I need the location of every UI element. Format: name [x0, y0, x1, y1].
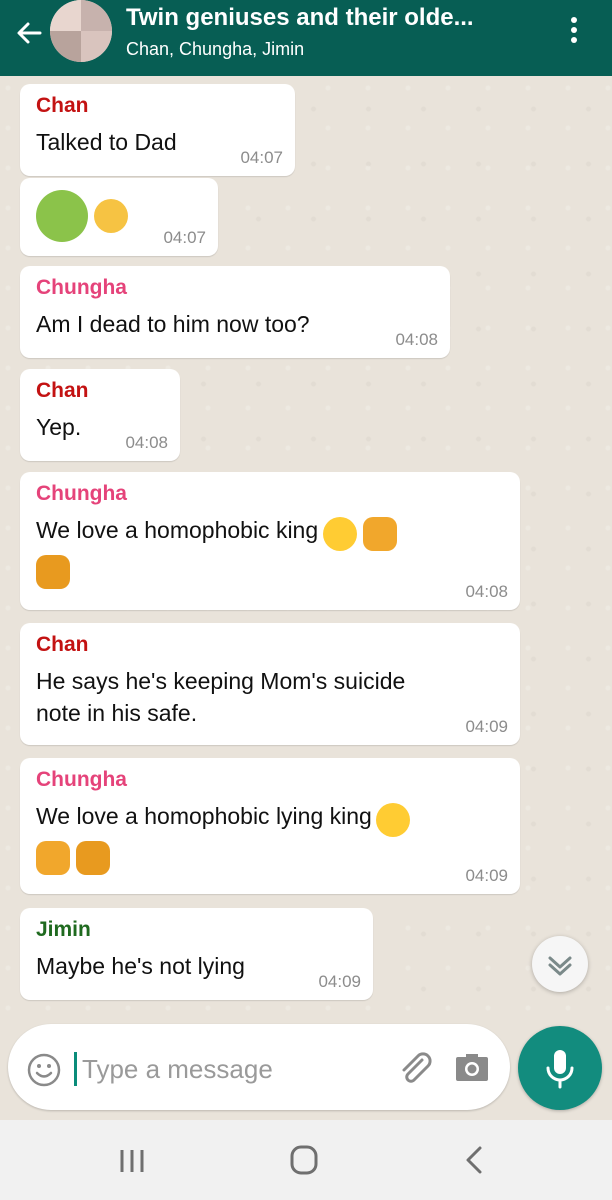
home-icon[interactable] — [284, 1140, 324, 1180]
message-sender: Chan — [36, 94, 89, 117]
vomiting-face-icon — [94, 199, 128, 233]
message-time: 04:09 — [465, 866, 508, 885]
message-bubble[interactable]: 04:07 — [20, 178, 218, 256]
nav-back-icon[interactable] — [456, 1140, 496, 1180]
message-text: Maybe he's not lying — [36, 953, 245, 979]
mic-icon[interactable] — [518, 1026, 602, 1110]
message-sender: Chan — [36, 633, 89, 656]
message-time: 04:09 — [318, 972, 361, 991]
pensive-face-icon — [322, 516, 357, 551]
message-time: 04:07 — [163, 228, 206, 247]
message-sender: Chan — [36, 379, 89, 402]
message-bubble[interactable]: Chan Yep. 04:08 — [20, 369, 180, 461]
message-bubble[interactable]: Chungha We love a homophobic king 04:08 — [20, 472, 520, 610]
chat-title[interactable]: Twin geniuses and their olde... — [126, 4, 526, 32]
raised-fist-icon — [36, 840, 70, 875]
message-text: We love a homophobic lying king — [36, 803, 372, 829]
sick-face-icon — [36, 190, 88, 242]
message-input[interactable] — [80, 1048, 384, 1090]
message-bubble[interactable]: Chungha Am I dead to him now too? 04:08 — [20, 266, 450, 358]
group-avatar[interactable] — [50, 0, 112, 62]
message-text: Yep. — [36, 414, 82, 440]
oncoming-fist-icon — [76, 840, 110, 875]
message-time: 04:08 — [395, 330, 438, 349]
chat-participants[interactable]: Chan, Chungha, Jimin — [126, 39, 304, 60]
pensive-face-icon — [376, 802, 411, 837]
scroll-down-icon[interactable] — [532, 936, 588, 992]
message-text: Am I dead to him now too? — [36, 311, 310, 337]
message-bubble[interactable]: Chan He says he's keeping Mom's suicide … — [20, 623, 520, 745]
message-sender: Chungha — [36, 276, 127, 299]
message-time: 04:09 — [465, 717, 508, 736]
chat-area[interactable]: Chan Talked to Dad 04:07 04:07 Chungha A… — [0, 76, 612, 1023]
message-sender: Chungha — [36, 768, 127, 791]
message-text: He says he's keeping Mom's suicide note … — [36, 668, 406, 726]
camera-icon[interactable] — [452, 1048, 492, 1088]
message-bubble[interactable]: Chungha We love a homophobic lying king … — [20, 758, 520, 894]
message-time: 04:08 — [465, 582, 508, 601]
back-arrow-icon[interactable] — [10, 14, 48, 52]
oncoming-fist-icon — [36, 554, 70, 589]
message-bubble[interactable]: Chan Talked to Dad 04:07 — [20, 84, 295, 176]
message-text: Talked to Dad — [36, 129, 177, 155]
message-sender: Jimin — [36, 918, 91, 941]
message-text: We love a homophobic king — [36, 517, 319, 543]
chat-header: Twin geniuses and their olde... Chan, Ch… — [0, 0, 612, 76]
message-time: 04:08 — [125, 433, 168, 452]
android-nav-bar — [0, 1120, 612, 1200]
raised-fist-icon — [362, 516, 397, 551]
message-bubble[interactable]: Jimin Maybe he's not lying 04:09 — [20, 908, 373, 1000]
more-vert-icon[interactable] — [560, 12, 588, 48]
attach-icon[interactable] — [394, 1048, 434, 1088]
emoji-icon[interactable] — [26, 1052, 62, 1088]
message-time: 04:07 — [240, 148, 283, 167]
recents-icon[interactable] — [112, 1140, 152, 1180]
message-sender: Chungha — [36, 482, 127, 505]
text-cursor — [74, 1052, 77, 1086]
